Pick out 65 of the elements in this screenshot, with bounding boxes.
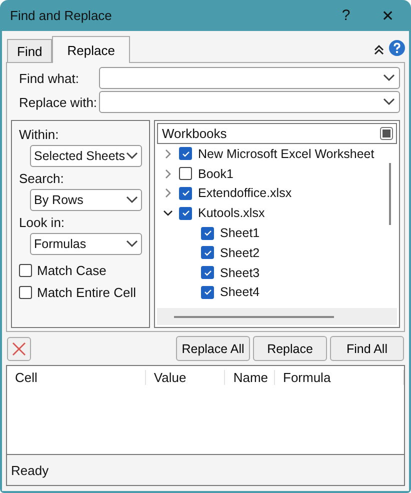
tab[interactable]: Replace — [52, 36, 130, 63]
window-title: Find and Replace — [10, 8, 113, 23]
tree-item[interactable]: Sheet1 — [163, 223, 397, 243]
column-header[interactable]: Formula — [275, 370, 404, 384]
checkbox[interactable] — [179, 147, 192, 160]
column-header[interactable]: Cell — [7, 370, 146, 384]
checkbox[interactable] — [179, 167, 192, 180]
tree-header-label: Workbooks — [162, 126, 227, 141]
tab[interactable]: Find — [7, 39, 52, 62]
checkbox[interactable] — [179, 186, 192, 200]
help-icon[interactable] — [389, 40, 405, 56]
checkbox[interactable]: Match Case — [19, 259, 145, 281]
tree-item[interactable]: Sheet3 — [163, 262, 397, 283]
checkbox[interactable] — [201, 226, 214, 240]
status-text: Ready — [11, 462, 49, 478]
chevron-down-icon — [126, 240, 138, 248]
close-icon — [11, 340, 27, 356]
chevron-right-icon[interactable] — [163, 188, 173, 198]
field-label: Find what: — [18, 70, 80, 86]
action-button[interactable]: Replace — [253, 336, 327, 361]
scrollbar-thumb[interactable] — [389, 163, 391, 225]
check-icon — [180, 208, 190, 218]
check-icon — [180, 148, 190, 159]
select-all-icon[interactable] — [380, 127, 393, 140]
tree-item[interactable]: New Microsoft Excel Worksheet — [163, 144, 397, 164]
checkbox[interactable] — [201, 266, 214, 280]
clear-button[interactable] — [7, 336, 31, 360]
chevron-right-icon[interactable] — [163, 148, 173, 159]
action-button[interactable]: Find All — [330, 336, 404, 361]
chevron-down-icon[interactable] — [163, 208, 173, 218]
tree-item[interactable]: Book1 — [163, 164, 397, 184]
check-icon — [202, 248, 212, 258]
dropdown[interactable]: Selected Sheets — [30, 145, 142, 167]
action-button[interactable]: Replace All — [176, 336, 250, 361]
chevron-down-icon — [126, 152, 138, 160]
chevron-right-icon[interactable] — [163, 168, 173, 179]
option-label: Look in: — [19, 215, 66, 231]
check-icon — [202, 228, 212, 238]
check-icon — [202, 268, 212, 278]
dropdown[interactable]: Formulas — [30, 233, 142, 255]
option-label: Within: — [19, 127, 60, 143]
close-button[interactable]: ✕ — [367, 0, 409, 31]
combo-field[interactable] — [99, 91, 400, 113]
check-icon — [180, 188, 190, 198]
checkbox[interactable]: Match Entire Cell — [19, 281, 145, 303]
tree-item[interactable]: Sheet2 — [163, 242, 397, 263]
check-icon — [202, 287, 212, 298]
column-header[interactable]: Value — [146, 370, 226, 384]
dropdown[interactable]: By Rows — [30, 189, 142, 211]
help-button[interactable]: ? — [325, 0, 367, 31]
chevron-down-icon — [383, 74, 395, 82]
field-label: Replace with: — [18, 94, 98, 110]
tree-item[interactable]: Extendoffice.xlsx — [163, 184, 397, 204]
tree-item[interactable]: Kutools.xlsx — [163, 203, 397, 224]
checkbox[interactable] — [179, 206, 192, 220]
checkbox[interactable] — [201, 286, 214, 299]
chevron-down-icon — [383, 98, 395, 106]
tree-item[interactable]: Sheet4 — [163, 282, 397, 302]
column-header[interactable]: Name — [225, 370, 275, 384]
collapse-icon[interactable] — [373, 44, 385, 56]
chevron-down-icon — [126, 196, 138, 204]
option-label: Search: — [19, 171, 65, 187]
combo-field[interactable] — [99, 67, 400, 89]
horizontal-scrollbar[interactable] — [157, 308, 397, 325]
checkbox[interactable] — [201, 246, 214, 260]
